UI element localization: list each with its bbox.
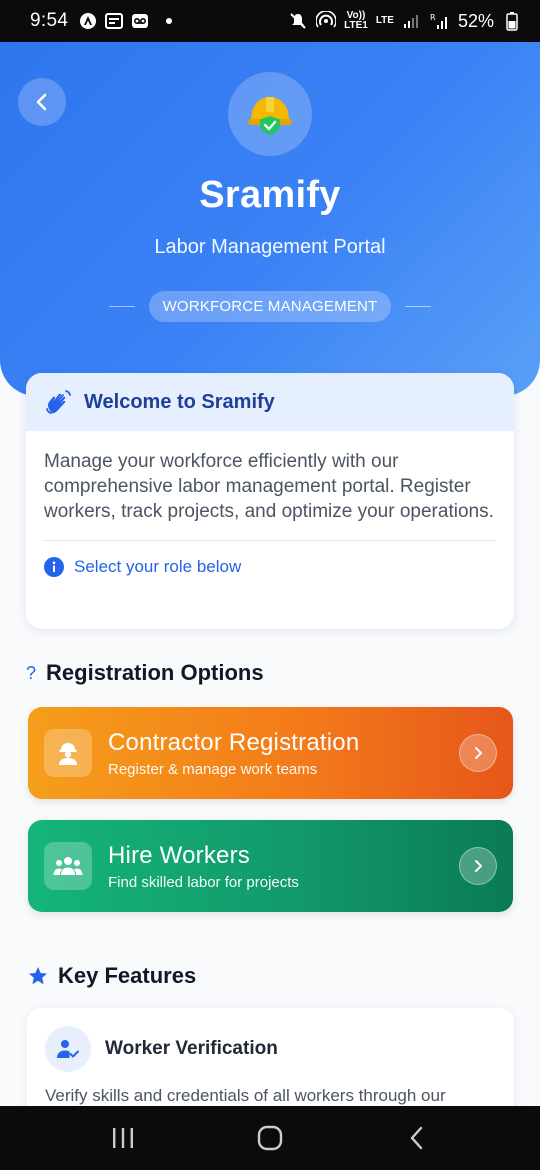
welcome-title: Welcome to Sramify: [84, 390, 275, 413]
lte-indicator: LTE: [375, 15, 394, 26]
mute-icon: [288, 11, 308, 31]
registration-heading-text: Registration Options: [46, 660, 264, 685]
feature-icon-circle: [45, 1026, 91, 1072]
signal-icon: [402, 11, 422, 31]
app-notification-icon: [78, 11, 98, 31]
hire-icon-box: [44, 842, 92, 890]
divider: [405, 306, 432, 307]
recent-apps-icon: [113, 1128, 134, 1148]
system-nav-bar: [0, 1106, 540, 1170]
back-button[interactable]: [18, 78, 66, 126]
feature-title: Worker Verification: [105, 1038, 278, 1059]
info-icon: [44, 557, 64, 577]
back-arrow-icon: [410, 1126, 422, 1150]
role-hint: Select your role below: [26, 541, 514, 593]
signal-roaming-icon: R: [430, 11, 450, 31]
contractor-icon-box: [44, 729, 92, 777]
hire-workers-card[interactable]: Hire Workers Find skilled labor for proj…: [28, 820, 513, 912]
system-icons: Vo)) LTE1 LTE R 52%: [288, 11, 522, 32]
app-title: Sramify: [199, 174, 341, 216]
status-bar: 9:54 Vo)) LTE1 LTE R 52%: [0, 0, 540, 42]
star-icon: [29, 967, 47, 985]
news-icon: [104, 11, 124, 31]
app-subtitle: Labor Management Portal: [154, 236, 386, 258]
worker-hard-hat-icon: [59, 743, 77, 765]
chevron-left-icon: [36, 93, 47, 111]
registration-heading: ? Registration Options: [26, 660, 264, 686]
recent-apps-button[interactable]: [93, 1108, 153, 1168]
voicemail-icon: [130, 11, 150, 31]
contractor-card-subtitle: Register & manage work teams: [108, 760, 318, 778]
more-notifications-dot: [166, 18, 173, 24]
hotspot-icon: [316, 11, 337, 31]
status-time: 9:54: [30, 10, 69, 31]
feature-description: Verify skills and credentials of all wor…: [45, 1086, 446, 1105]
contractor-arrow-button[interactable]: [459, 734, 497, 772]
home-button[interactable]: [240, 1108, 300, 1168]
welcome-card-header: Welcome to Sramify: [26, 373, 514, 431]
app-logo: [228, 72, 312, 156]
welcome-card: Welcome to Sramify Manage your workforce…: [26, 373, 514, 629]
workforce-tag: WORKFORCE MANAGEMENT: [148, 291, 392, 322]
welcome-description: Manage your workforce efficiently with o…: [44, 451, 494, 522]
contractor-card-title: Contractor Registration: [108, 728, 360, 756]
contractor-registration-card[interactable]: Contractor Registration Register & manag…: [28, 707, 513, 799]
question-icon: ?: [26, 662, 37, 683]
divider: [108, 306, 135, 307]
volte-indicator: Vo)) LTE1: [344, 10, 368, 31]
battery-percent: 52%: [457, 10, 494, 31]
waving-hand-icon: [46, 390, 71, 414]
features-heading: Key Features: [28, 963, 196, 989]
notification-icons: [78, 11, 173, 31]
hard-hat-icon: [248, 97, 292, 135]
hero-header: Sramify Labor Management Portal WORKFORC…: [0, 42, 540, 396]
chevron-right-icon: [475, 747, 482, 759]
role-hint-text: Select your role below: [74, 557, 242, 576]
chevron-right-icon: [475, 860, 482, 872]
users-group-icon: [53, 857, 83, 875]
hire-arrow-button[interactable]: [459, 847, 497, 885]
hire-card-subtitle: Find skilled labor for projects: [108, 873, 299, 891]
battery-icon: [502, 11, 522, 31]
hire-card-title: Hire Workers: [108, 841, 250, 869]
svg-text:R: R: [430, 13, 436, 22]
back-nav-button[interactable]: [387, 1108, 447, 1168]
user-check-icon: [57, 1040, 79, 1058]
home-icon: [257, 1125, 283, 1151]
features-heading-text: Key Features: [58, 963, 197, 988]
tag-row: WORKFORCE MANAGEMENT: [0, 291, 540, 322]
